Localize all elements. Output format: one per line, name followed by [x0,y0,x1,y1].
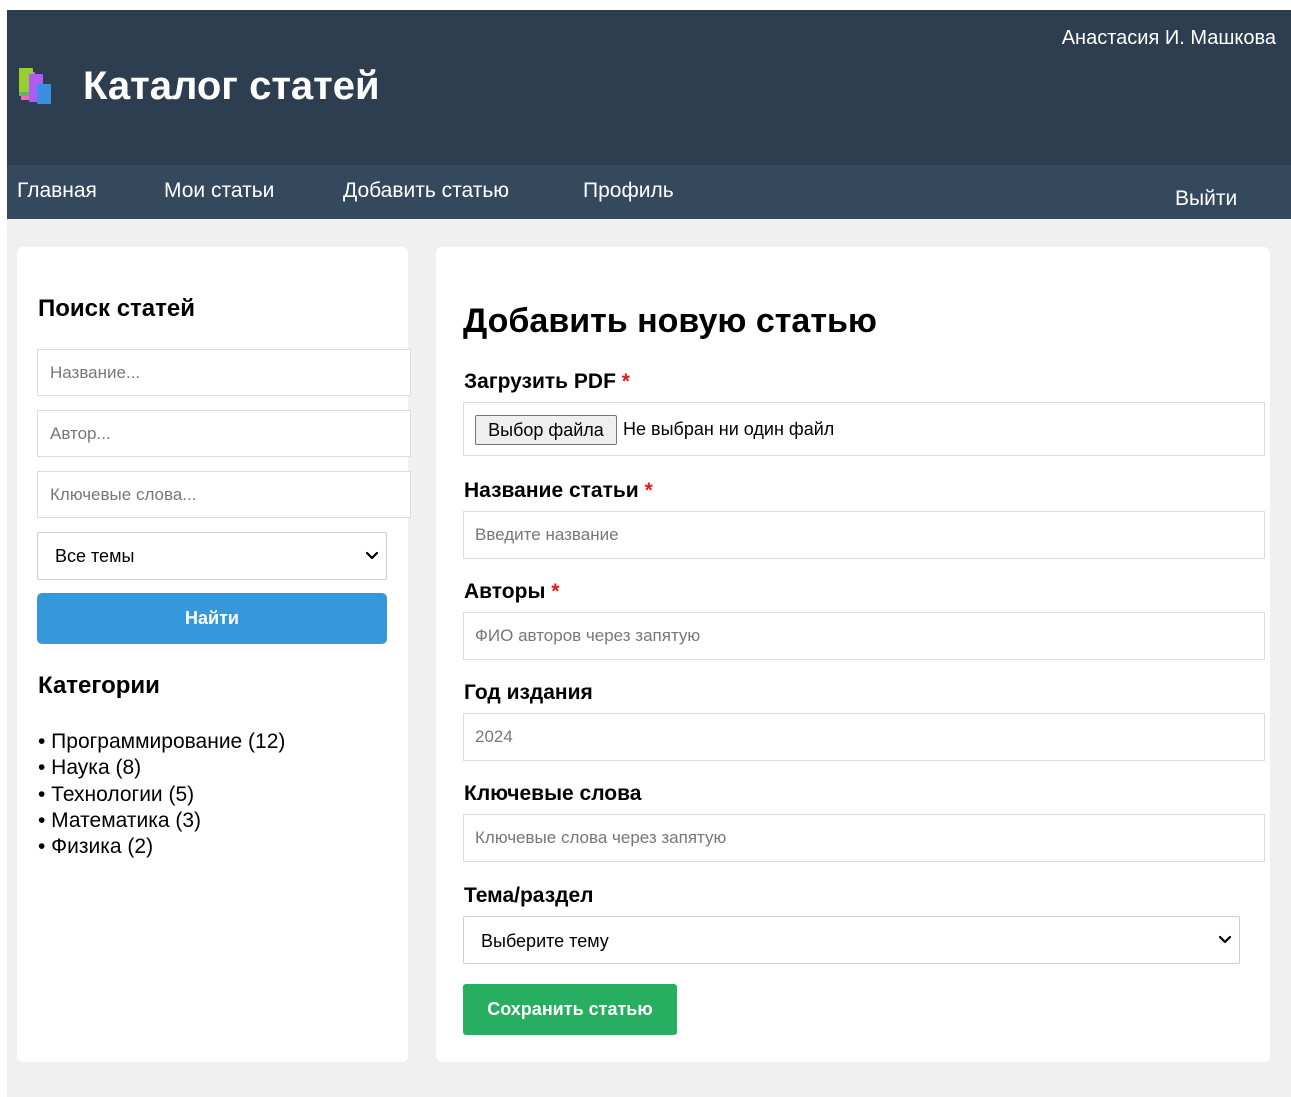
form-heading: Добавить новую статью [463,302,877,340]
required-mark: * [551,580,560,603]
search-button[interactable]: Найти [37,593,387,644]
year-label: Год издания [464,681,593,704]
category-item[interactable]: • Технологии (5) [38,782,285,808]
category-item[interactable]: • Математика (3) [38,808,285,834]
title-label: Название статьи * [464,479,653,502]
topic-select[interactable]: Выберите тему [463,916,1240,964]
user-name[interactable]: Анастасия И. Машкова [1062,27,1276,50]
search-author-input[interactable] [37,410,411,457]
categories-title: Категории [38,672,160,699]
topic-filter-select[interactable]: Все темы [37,532,387,580]
add-article-panel: Добавить новую статью Загрузить PDF * Вы… [436,247,1270,1062]
search-sidebar: Поиск статей Все темы Найти Категории • … [17,247,411,1062]
nav-home[interactable]: Главная [17,179,97,203]
main-nav: Главная Мои статьи Добавить статью Профи… [7,165,1291,219]
site-title: Каталог статей [83,64,380,108]
pdf-label: Загрузить PDF * [464,370,630,393]
save-article-button[interactable]: Сохранить статью [463,984,677,1035]
file-status: Не выбран ни один файл [623,419,835,439]
nav-add-article[interactable]: Добавить статью [343,179,509,203]
authors-input[interactable] [463,612,1265,660]
books-icon [19,68,51,104]
chevron-down-icon [1218,935,1232,944]
search-keywords-input[interactable] [37,471,411,518]
search-title: Поиск статей [38,295,195,322]
article-title-input[interactable] [463,511,1265,559]
category-item[interactable]: • Наука (8) [38,755,285,781]
keywords-input[interactable] [463,814,1265,862]
category-item[interactable]: • Физика (2) [38,834,285,860]
choose-file-button[interactable]: Выбор файла [475,415,617,445]
topic-select-value: Выберите тему [481,931,609,951]
authors-label: Авторы * [464,580,560,603]
keywords-label: Ключевые слова [464,782,642,805]
page: Анастасия И. Машкова Каталог статей Глав… [7,10,1291,1097]
topic-filter-value: Все темы [55,546,135,566]
nav-my-articles[interactable]: Мои статьи [164,179,274,203]
topic-label: Тема/раздел [464,884,594,907]
search-title-input[interactable] [37,349,411,396]
nav-profile[interactable]: Профиль [583,179,674,203]
chevron-down-icon [365,551,379,560]
pdf-upload-field[interactable]: Выбор файла Не выбран ни один файл [463,402,1265,456]
required-mark: * [621,370,630,393]
required-mark: * [644,479,653,502]
category-item[interactable]: • Программирование (12) [38,729,285,755]
year-input[interactable] [463,713,1265,761]
nav-logout[interactable]: Выйти [1175,187,1237,211]
site-header: Анастасия И. Машкова Каталог статей [7,10,1291,165]
categories-list: • Программирование (12) • Наука (8) • Те… [38,729,285,860]
